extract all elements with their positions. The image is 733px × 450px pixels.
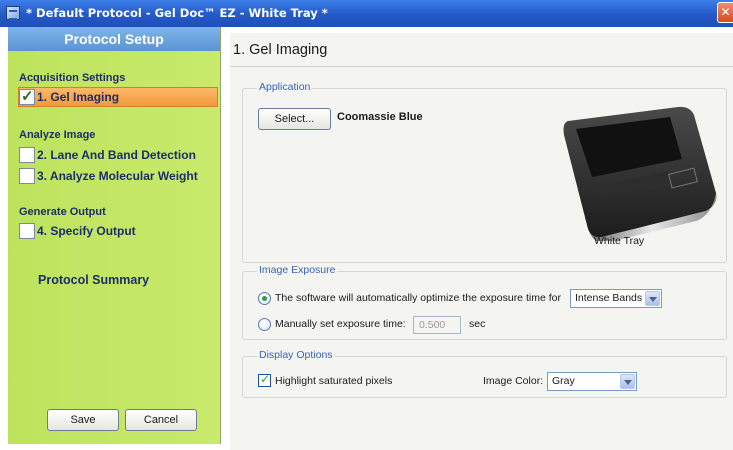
image-color-label: Image Color:: [483, 375, 544, 387]
app-icon: [6, 6, 20, 20]
check-icon: ✓: [260, 372, 271, 386]
step-label: 2. Lane And Band Detection: [37, 148, 196, 162]
sidebar-header: Protocol Setup: [8, 27, 220, 51]
step-checkbox[interactable]: [19, 147, 35, 163]
exposure-time-value: 0.500: [419, 319, 446, 331]
page-title: 1. Gel Imaging: [233, 42, 328, 58]
section-generate-output: Generate Output: [19, 206, 106, 218]
step-label: 1. Gel Imaging: [37, 90, 120, 104]
application-legend: Application: [257, 81, 313, 93]
save-button[interactable]: Save: [47, 409, 119, 431]
stain-name: Coomassie Blue: [337, 111, 423, 123]
sidebar-step-gel-imaging[interactable]: ✓ 1. Gel Imaging: [18, 87, 218, 107]
image-color-value: Gray: [552, 375, 575, 387]
exposure-target-value: Intense Bands: [575, 292, 643, 304]
cancel-button[interactable]: Cancel: [125, 409, 197, 431]
step-checkbox[interactable]: [19, 168, 35, 184]
image-color-dropdown[interactable]: Gray: [547, 372, 637, 391]
exposure-unit: sec: [469, 318, 486, 330]
exposure-legend: Image Exposure: [257, 264, 338, 276]
sidebar-step-lane-band-detection[interactable]: 2. Lane And Band Detection: [19, 145, 196, 165]
main-panel: 1. Gel Imaging Application Select... Coo…: [230, 33, 733, 450]
close-icon[interactable]: ✕: [717, 2, 733, 23]
divider: [230, 66, 733, 67]
display-legend: Display Options: [257, 349, 335, 361]
step-checkbox[interactable]: [19, 223, 35, 239]
check-icon: ✓: [21, 88, 34, 105]
protocol-summary-link[interactable]: Protocol Summary: [38, 273, 149, 287]
highlight-saturated-checkbox[interactable]: ✓: [258, 372, 271, 387]
manual-exposure-radio[interactable]: [258, 318, 271, 331]
white-tray-image: [563, 106, 717, 241]
exposure-target-dropdown[interactable]: Intense Bands: [570, 289, 662, 308]
chevron-down-icon[interactable]: [645, 291, 660, 306]
chevron-down-icon[interactable]: [620, 374, 635, 389]
window-title: * Default Protocol - Gel Doc™ EZ - White…: [26, 6, 328, 20]
protocol-sidebar: Protocol Setup Acquisition Settings ✓ 1.…: [8, 27, 221, 444]
section-acquisition-settings: Acquisition Settings: [19, 72, 126, 84]
manual-exposure-label: Manually set exposure time:: [275, 318, 406, 330]
step-label: 3. Analyze Molecular Weight: [37, 169, 198, 183]
step-checkbox[interactable]: ✓: [19, 88, 35, 105]
auto-exposure-radio[interactable]: [258, 292, 271, 305]
sidebar-step-specify-output[interactable]: 4. Specify Output: [19, 221, 136, 241]
sidebar-step-analyze-molecular-weight[interactable]: 3. Analyze Molecular Weight: [19, 166, 198, 186]
tray-label: White Tray: [594, 235, 645, 247]
step-label: 4. Specify Output: [37, 224, 136, 238]
auto-exposure-label: The software will automatically optimize…: [275, 292, 561, 304]
highlight-saturated-label: Highlight saturated pixels: [275, 375, 393, 387]
select-stain-button[interactable]: Select...: [258, 108, 331, 130]
section-analyze-image: Analyze Image: [19, 129, 96, 141]
exposure-time-input[interactable]: 0.500: [413, 316, 461, 334]
title-bar: * Default Protocol - Gel Doc™ EZ - White…: [0, 0, 733, 27]
